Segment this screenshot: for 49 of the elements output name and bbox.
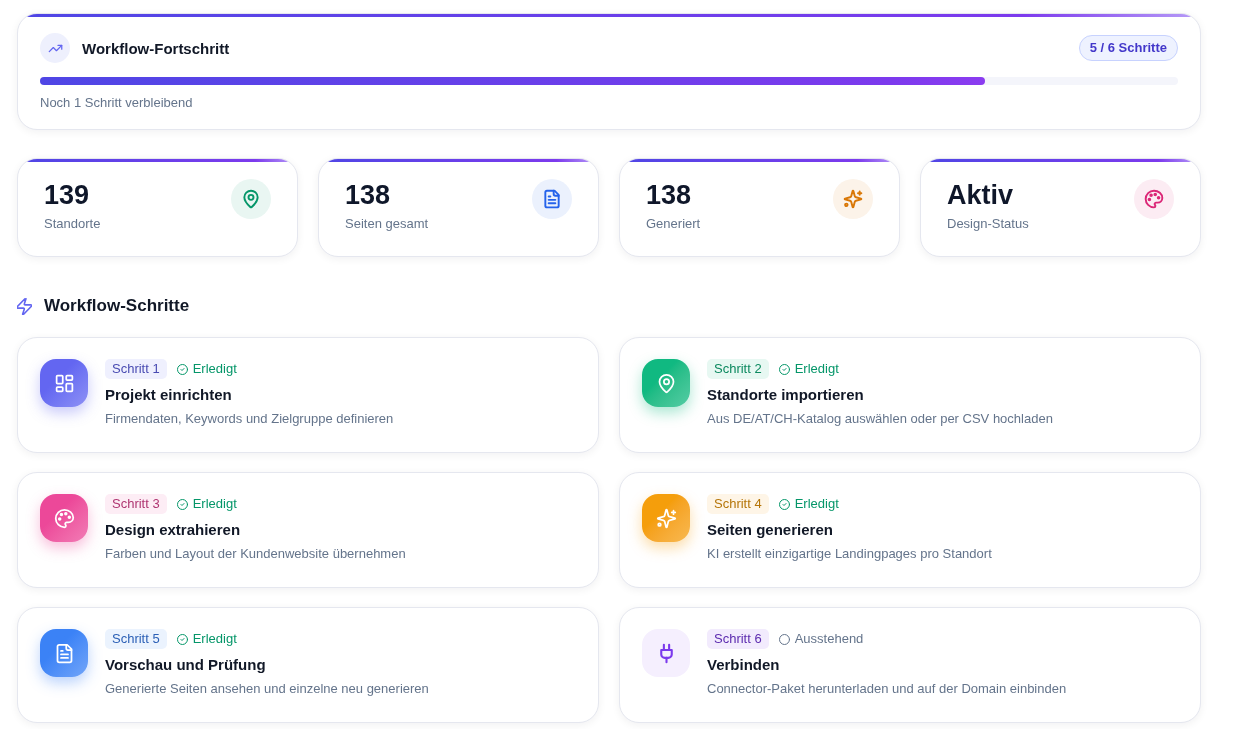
stat-value: 138 [646, 179, 693, 212]
stat-label: Generiert [646, 216, 701, 232]
document-icon [532, 179, 572, 219]
stat-value: 138 [345, 179, 392, 212]
step-status: Erledigt [794, 361, 839, 377]
trending-up-icon [40, 33, 70, 63]
sparkles-icon [833, 179, 873, 219]
step-number-badge: Schritt 4 [707, 494, 769, 514]
palette-icon [1134, 179, 1174, 219]
progress-title: Workflow-Fortschritt [82, 39, 230, 57]
step-number-badge: Schritt 3 [105, 494, 167, 514]
section-title: Workflow-Schritte [44, 296, 190, 316]
step-description: Aus DE/AT/CH-Katalog auswählen oder per CSV hochladen [707, 411, 1053, 427]
step-card[interactable]: Schritt 4 Erledigt Seiten generieren KI erstellt einzigartige Landingpages pro Standort [619, 472, 1201, 588]
step-number-badge: Schritt 1 [105, 359, 167, 379]
step-description: KI erstellt einzigartige Landingpages pro Standort [707, 546, 992, 562]
plug-icon [642, 629, 690, 677]
step-title: Projekt einrichten [105, 385, 233, 405]
lightning-icon [17, 297, 32, 315]
step-status: Erledigt [794, 496, 839, 512]
map-pin-icon [231, 179, 271, 219]
step-status: Erledigt [192, 361, 237, 377]
step-status: Ausstehend [794, 631, 864, 647]
step-card[interactable]: Schritt 2 Erledigt Standorte importieren Aus DE/AT/CH-Katalog auswählen oder per CSV hochladen [619, 337, 1201, 453]
stat-label: Seiten gesamt [345, 216, 429, 232]
step-title: Vorschau und Prüfung [105, 655, 267, 675]
step-title: Seiten generieren [707, 520, 834, 540]
remaining-steps-text: Noch 1 Schritt verbleibend [40, 95, 194, 111]
step-title: Standorte importieren [707, 385, 865, 405]
step-description: Farben und Layout der Kundenwebsite übernehmen [105, 546, 406, 562]
step-title: Verbinden [707, 655, 781, 675]
step-number-badge: Schritt 5 [105, 629, 167, 649]
stat-value: Aktiv [947, 179, 1015, 212]
step-status: Erledigt [192, 631, 237, 647]
step-description: Connector-Paket herunterladen und auf der Domain einbinden [707, 681, 1067, 697]
step-title: Design extrahieren [105, 520, 242, 540]
step-card[interactable]: Schritt 6 Ausstehend Verbinden Connector-Paket herunterladen und auf der Domain einbinden [619, 607, 1201, 723]
step-number-badge: Schritt 2 [707, 359, 769, 379]
step-description: Generierte Seiten ansehen und einzelne neu generieren [105, 681, 429, 697]
stat-value: 139 [44, 179, 91, 212]
step-description: Firmendaten, Keywords und Zielgruppe definieren [105, 411, 394, 427]
step-count-badge: 5 / 6 Schritte [1078, 35, 1178, 61]
step-card[interactable]: Schritt 5 Erledigt Vorschau und Prüfung Generierte Seiten ansehen und einzelne neu generieren [17, 607, 599, 723]
stat-label: Design-Status [947, 216, 1029, 232]
step-number-badge: Schritt 6 [707, 629, 769, 649]
step-card[interactable]: Schritt 1 Erledigt Projekt einrichten Firmendaten, Keywords und Zielgruppe definieren [17, 337, 599, 453]
stat-label: Standorte [44, 216, 101, 232]
step-card[interactable]: Schritt 3 Erledigt Design extrahieren Farben und Layout der Kundenwebsite übernehmen [17, 472, 599, 588]
step-status: Erledigt [192, 496, 237, 512]
